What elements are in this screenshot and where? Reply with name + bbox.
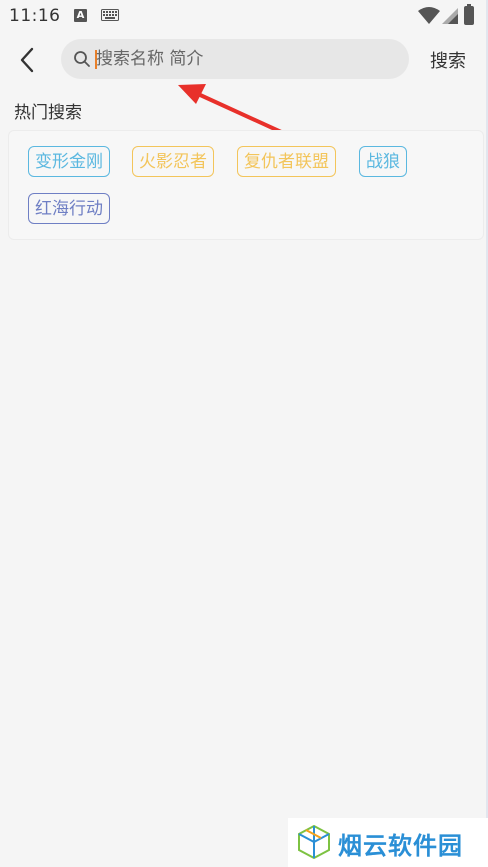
battery-icon	[464, 4, 474, 25]
search-icon	[74, 51, 90, 67]
watermark-text: 烟云软件园	[338, 832, 463, 860]
search-button[interactable]: 搜索	[430, 47, 466, 73]
keyboard-icon	[101, 9, 119, 21]
hot-tag-1[interactable]: 火影忍者	[132, 146, 214, 177]
hot-tag-0[interactable]: 变形金刚	[28, 146, 110, 177]
search-box[interactable]	[61, 39, 409, 79]
hot-tag-3[interactable]: 战狼	[359, 146, 407, 177]
hot-tag-2[interactable]: 复仇者联盟	[237, 146, 336, 177]
wifi-icon	[418, 7, 440, 24]
status-bar: 11:16 A	[0, 0, 488, 32]
search-input[interactable]	[96, 39, 386, 79]
hot-search-panel: 变形金刚 火影忍者 复仇者联盟 战狼 红海行动	[8, 130, 484, 240]
hot-search-title: 热门搜索	[14, 103, 82, 123]
a-notification-icon: A	[74, 9, 87, 22]
watermark: 烟云软件园	[288, 818, 488, 867]
status-time: 11:16	[9, 6, 61, 26]
cube-logo-icon	[298, 824, 330, 860]
hot-tag-4[interactable]: 红海行动	[28, 193, 110, 224]
signal-icon	[442, 8, 458, 24]
back-button[interactable]	[12, 44, 44, 76]
